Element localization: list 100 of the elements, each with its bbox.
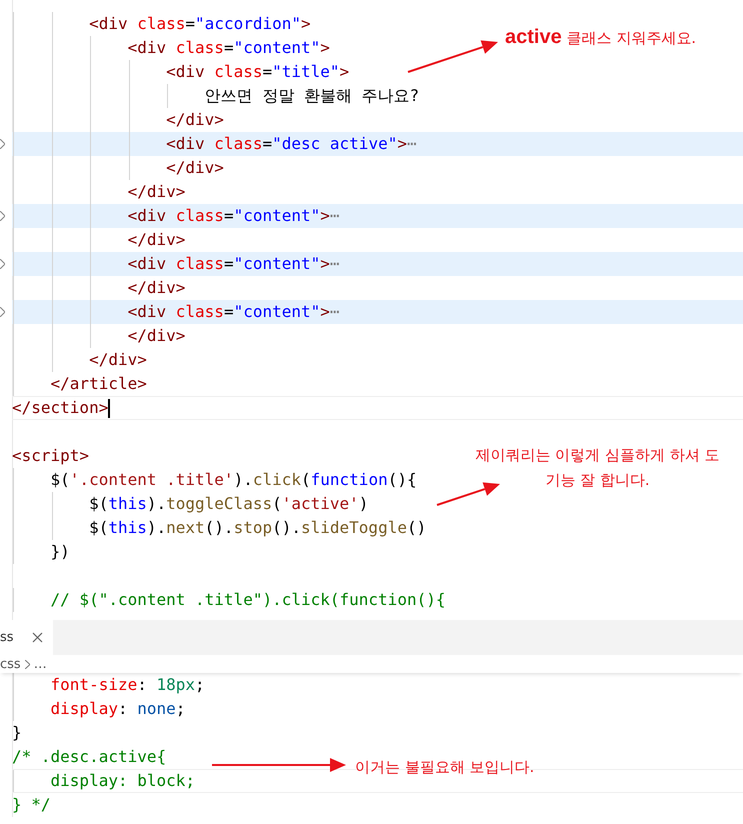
code-token: </article>	[50, 374, 147, 393]
code-token: >	[320, 206, 330, 225]
code-token: "accordion"	[195, 14, 302, 33]
code-token: class	[137, 14, 186, 33]
code-token: <div	[126, 302, 168, 321]
code-token: =	[262, 62, 272, 81]
code-token: font-size	[50, 675, 138, 694]
code-token: (){	[388, 470, 417, 489]
code-token: </div>	[126, 278, 186, 297]
breadcrumb-item[interactable]: …	[34, 656, 47, 672]
code-token: <div	[126, 38, 168, 57]
folded-ellipsis[interactable]: ⋯	[330, 206, 340, 225]
code-token: "content"	[234, 302, 320, 321]
annotation-note: active 클래스 지워주세요.	[505, 25, 696, 50]
code-token: class	[214, 134, 262, 153]
code-token: "content"	[234, 254, 320, 273]
code-token: toggleClass	[166, 494, 272, 513]
code-token: })	[50, 542, 70, 561]
code-token: <div	[126, 206, 168, 225]
code-token: <script>	[12, 446, 90, 465]
code-token: =	[224, 206, 234, 225]
code-token: class	[176, 206, 224, 225]
code-token: =	[224, 38, 234, 57]
code-token: <div	[165, 134, 206, 153]
code-token: :	[118, 699, 129, 718]
code-token: ).	[234, 470, 253, 489]
code-token: >	[301, 14, 311, 33]
code-token: class	[214, 62, 262, 81]
code-token: function	[310, 470, 388, 489]
code-token: class	[176, 254, 224, 273]
text-cursor	[108, 399, 110, 418]
code-token: }	[12, 723, 22, 742]
code-token: =	[224, 254, 234, 273]
code-token: class	[176, 38, 224, 57]
code-token: this	[108, 518, 147, 537]
fold-chevron-icon[interactable]	[0, 259, 5, 269]
code-token: ().	[272, 518, 301, 537]
code-token: ;	[195, 675, 205, 694]
folded-ellipsis[interactable]: ⋯	[330, 302, 340, 321]
code-token: </section>	[12, 398, 108, 417]
code-token: $(	[88, 494, 108, 513]
code-token: </div>	[126, 326, 186, 345]
code-token: ).	[146, 494, 166, 513]
code-token: =	[262, 134, 272, 153]
code-token: <div	[126, 254, 168, 273]
code-token: $(	[88, 518, 108, 537]
code-token: <div	[165, 62, 206, 81]
code-token: '.content .title'	[70, 470, 234, 489]
code-token: // $(".content .title").click(function(){	[50, 590, 446, 609]
code-token: (	[301, 470, 311, 489]
code-token: )	[358, 494, 368, 513]
code-token: 안쓰면 정말 환불해 주나요?	[204, 86, 420, 105]
code-token: "desc active"	[272, 134, 398, 153]
code-token: >	[340, 62, 350, 81]
chevron-right-icon	[24, 660, 30, 668]
code-token: =	[185, 14, 196, 33]
code-token: </div>	[126, 230, 186, 249]
code-token: >	[320, 254, 330, 273]
arrow	[436, 482, 500, 506]
code-token: ).	[146, 518, 166, 537]
code-token: 18px	[156, 675, 196, 694]
code-token: ;	[176, 699, 186, 718]
folded-ellipsis[interactable]: ⋯	[406, 134, 417, 153]
code-token: =	[224, 302, 234, 321]
annotation-note: 제이쿼리는 이렇게 심플하게 하셔 도 기능 잘 합니다.	[474, 445, 721, 491]
breadcrumb-item[interactable]: css	[0, 656, 21, 672]
code-token: "title"	[272, 62, 340, 81]
code-token: 'active'	[282, 494, 359, 513]
code-token: :	[137, 675, 148, 694]
code-token: $(	[50, 470, 70, 489]
code-token: >	[320, 38, 330, 57]
code-token: ()	[406, 518, 426, 537]
close-icon[interactable]	[32, 632, 43, 643]
fold-chevron-icon[interactable]	[0, 211, 5, 221]
code-token: /* .desc.active{	[12, 747, 166, 766]
code-token: slideToggle	[301, 518, 407, 537]
code-token: } */	[12, 795, 51, 814]
code-token: none	[137, 699, 176, 718]
editor-tab[interactable]: ss	[0, 620, 53, 655]
code-token: "content"	[234, 38, 320, 57]
code-token: class	[176, 302, 224, 321]
folded-ellipsis[interactable]: ⋯	[330, 254, 340, 273]
code-token: >	[397, 134, 407, 153]
code-token: ().	[204, 518, 234, 537]
code-token: "content"	[234, 206, 320, 225]
code-token: <div	[88, 14, 129, 33]
code-token: </div>	[126, 182, 186, 201]
code-token: </div>	[88, 350, 147, 369]
code-token: display	[50, 699, 118, 718]
code-token: </div>	[165, 110, 224, 129]
code-token: next	[166, 518, 205, 537]
annotation-note: 이거는 불필요해 보입니다.	[355, 757, 534, 778]
code-token: >	[320, 302, 330, 321]
code-token: stop	[234, 518, 272, 537]
fold-chevron-icon[interactable]	[0, 139, 5, 149]
code-token: (	[272, 494, 282, 513]
code-token: click	[252, 470, 301, 489]
code-token: display: block;	[50, 771, 196, 790]
fold-chevron-icon[interactable]	[0, 307, 5, 317]
code-token: </div>	[165, 158, 224, 177]
